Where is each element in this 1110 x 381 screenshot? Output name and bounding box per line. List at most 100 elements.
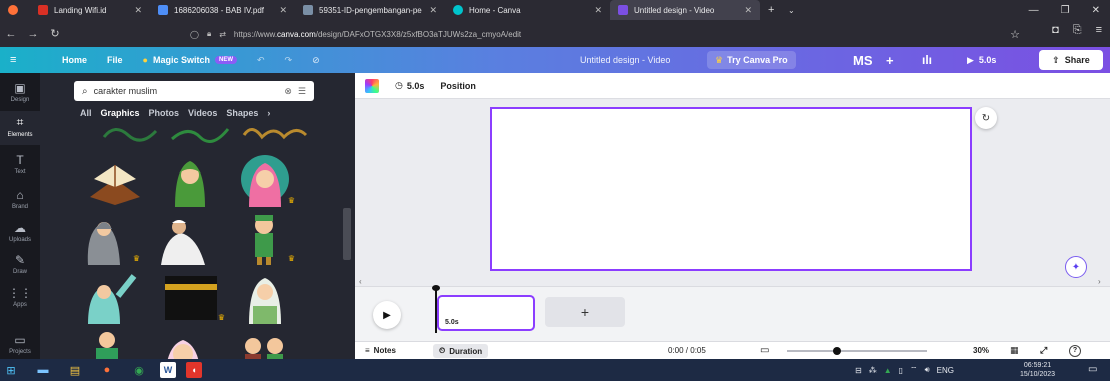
close-icon[interactable]: ✕	[744, 5, 752, 16]
close-icon[interactable]: ✕	[134, 5, 142, 16]
magic-assistant-icon[interactable]: ✦	[1065, 256, 1087, 278]
graphic-kaaba[interactable]: ♛	[155, 266, 225, 324]
forward-icon[interactable]: →	[22, 28, 44, 40]
position-button[interactable]: Position	[440, 81, 476, 91]
hamburger-menu-icon[interactable]: ≡	[0, 54, 52, 66]
magic-switch-button[interactable]: ● Magic Switch NEW	[133, 55, 247, 65]
extensions-icon[interactable]: ⎘	[1073, 24, 1082, 37]
browser-tab[interactable]: Home - Canva ✕	[445, 0, 610, 20]
app-icon[interactable]: ◖	[186, 362, 202, 378]
drive-icon[interactable]: ▲	[884, 366, 892, 375]
system-clock[interactable]: 06:59:21 15/10/2023	[1020, 361, 1055, 379]
browser-tab[interactable]: Landing Wifi.id ✕	[30, 0, 150, 20]
rail-item-uploads[interactable]: ☁ Uploads	[0, 221, 40, 243]
graphic-girl-hijab-white[interactable]	[235, 266, 295, 324]
task-view-icon[interactable]: ▬	[32, 359, 54, 381]
word-icon[interactable]: W	[160, 362, 176, 378]
insights-icon[interactable]: ılı	[922, 53, 932, 67]
tab-videos[interactable]: Videos	[188, 108, 217, 118]
rail-item-elements[interactable]: ⌗ Elements	[0, 111, 40, 145]
graphic-girl-hijab-green[interactable]	[160, 149, 220, 207]
bookmark-star-icon[interactable]: ☆	[1010, 28, 1020, 41]
tab-list-icon[interactable]: ⌄	[780, 0, 800, 20]
pocket-icon[interactable]: ◘	[1052, 24, 1059, 37]
help-icon[interactable]: ?	[1069, 344, 1081, 357]
zoom-level[interactable]: 30%	[973, 346, 989, 355]
search-input[interactable]: ⌕ carakter muslim ⊗ ☰	[74, 81, 314, 101]
browser-tab[interactable]: 59351-ID-pengembangan-pe ✕	[295, 0, 445, 20]
close-icon[interactable]: ✕	[594, 5, 602, 16]
scroll-right-icon[interactable]: ›	[1098, 277, 1101, 286]
tray-icon[interactable]: ⁂	[869, 366, 877, 375]
tab-all[interactable]: All	[80, 108, 92, 118]
graphic-calligraphy[interactable]	[170, 121, 230, 143]
chevron-right-icon[interactable]: ›	[267, 108, 270, 118]
browser-tab-active[interactable]: Untitled design - Video ✕	[610, 0, 760, 20]
wifi-icon[interactable]: ⌔	[910, 365, 918, 375]
refresh-page-icon[interactable]: ↻	[975, 107, 997, 129]
grid-view-icon[interactable]: ▦	[1010, 345, 1019, 356]
window-close-icon[interactable]: ✕	[1092, 5, 1100, 16]
filter-icon[interactable]: ☰	[298, 86, 306, 97]
zoom-slider-handle[interactable]	[833, 347, 841, 355]
reload-icon[interactable]: ↻	[44, 27, 66, 40]
new-tab-icon[interactable]: +	[760, 0, 780, 20]
close-icon[interactable]: ✕	[279, 5, 287, 16]
design-title[interactable]: Untitled design - Video	[580, 55, 670, 65]
firefox-menu-icon[interactable]	[0, 0, 30, 20]
back-icon[interactable]: ←	[0, 28, 22, 40]
graphic-girl-hijab-waving[interactable]	[155, 326, 215, 359]
rail-item-projects[interactable]: ▭ Projects	[0, 333, 40, 355]
url-field[interactable]: ◯ 🔒︎ ⇄ https://www.canva.com/design/DAFx…	[190, 24, 1020, 44]
tab-graphics[interactable]: Graphics	[101, 108, 140, 118]
timeline-clip[interactable]: 5.0s	[437, 295, 535, 331]
rail-item-brand[interactable]: ⌂ Brand	[0, 188, 40, 210]
volume-icon[interactable]: 🔊︎	[925, 365, 930, 375]
duration-toggle-button[interactable]: ⏲ Duration	[433, 344, 489, 358]
user-avatar[interactable]: MS	[853, 53, 873, 68]
rail-item-draw[interactable]: ✎ Draw	[0, 253, 40, 275]
browser-tab[interactable]: 1686206038 - BAB IV.pdf ✕	[150, 0, 295, 20]
windows-start-icon[interactable]: ⊞	[0, 359, 22, 381]
tab-shapes[interactable]: Shapes	[226, 108, 258, 118]
language-indicator[interactable]: ENG	[937, 366, 954, 375]
battery-icon[interactable]: ▯	[899, 366, 903, 375]
try-canva-pro-button[interactable]: ♛ Try Canva Pro	[707, 51, 796, 69]
tab-photos[interactable]: Photos	[149, 108, 180, 118]
clear-search-icon[interactable]: ⊗	[284, 86, 292, 97]
notes-button[interactable]: ≡ Notes	[365, 346, 396, 355]
home-button[interactable]: Home	[52, 55, 97, 65]
graphic-quran-stand[interactable]	[80, 149, 150, 207]
undo-icon[interactable]: ↶	[247, 55, 275, 66]
graphic-boy-green[interactable]	[80, 326, 140, 359]
file-explorer-icon[interactable]: ▤	[64, 359, 86, 381]
tray-icon[interactable]: ⊟	[855, 366, 862, 375]
file-menu-button[interactable]: File	[97, 55, 133, 65]
rail-item-text[interactable]: T Text	[0, 153, 40, 175]
graphic-family-muslim[interactable]	[235, 326, 295, 359]
graphic-boy-peci[interactable]: ♛	[235, 207, 295, 265]
notification-icon[interactable]: ▭	[1088, 364, 1097, 375]
rail-item-design[interactable]: ▣ Design	[0, 81, 40, 103]
design-page[interactable]	[490, 107, 972, 271]
graphic-calligraphy[interactable]	[100, 121, 160, 143]
scroll-left-icon[interactable]: ‹	[359, 277, 362, 286]
restore-icon[interactable]: ❐	[1061, 5, 1070, 16]
invite-plus-button[interactable]: +	[886, 53, 894, 68]
graphic-woman-praying[interactable]: ♛	[80, 207, 140, 265]
chrome-icon[interactable]: ◉	[128, 359, 150, 381]
background-color-button[interactable]	[365, 78, 379, 93]
graphic-woman-waving[interactable]	[80, 266, 140, 324]
firefox-icon[interactable]: ●	[96, 359, 118, 381]
minimize-icon[interactable]: —	[1029, 5, 1039, 16]
zoom-slider[interactable]	[787, 350, 927, 352]
play-button[interactable]: ▶	[373, 301, 401, 329]
redo-icon[interactable]: ↷	[275, 55, 303, 66]
graphic-calligraphy[interactable]	[240, 121, 308, 143]
add-page-button[interactable]: +	[545, 297, 625, 327]
graphic-man-praying[interactable]	[155, 207, 215, 265]
rail-item-apps[interactable]: ⋮⋮ Apps	[0, 286, 40, 308]
panel-scrollbar[interactable]	[343, 208, 351, 260]
duration-button[interactable]: ◷ 5.0s	[395, 80, 424, 91]
present-button[interactable]: ▶ 5.0s	[967, 55, 996, 66]
